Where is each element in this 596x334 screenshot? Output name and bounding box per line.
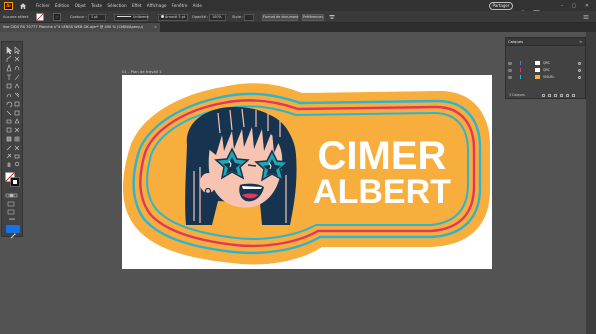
close-window-icon[interactable]: ✕ xyxy=(581,0,593,11)
layer-color-bar xyxy=(520,75,521,79)
stroke-weight-field[interactable]: 1 pt xyxy=(88,13,106,21)
menu-aide[interactable]: Aide xyxy=(193,3,202,8)
layer-target-icon[interactable] xyxy=(578,75,581,79)
layer-name[interactable]: QRC xyxy=(543,67,550,73)
align-icon[interactable] xyxy=(329,14,335,20)
maximize-icon[interactable]: ▢ xyxy=(568,0,580,11)
share-button[interactable]: Partager xyxy=(489,1,513,10)
layer-thumbnail xyxy=(535,61,540,65)
home-icon[interactable] xyxy=(18,1,28,10)
menu-texte[interactable]: Texte xyxy=(91,3,102,8)
layer-name[interactable]: QRC xyxy=(543,60,550,66)
document-tab[interactable]: live CIDS RS 70777 Planche n°4 LENSS WEB… xyxy=(0,23,160,32)
menu-bar: Ai Fichier Édition Objet Texte Sélection… xyxy=(0,0,596,17)
fill-stroke-swatches[interactable] xyxy=(5,172,21,188)
visibility-eye-icon[interactable] xyxy=(508,61,512,65)
clipping-mask-icon[interactable] xyxy=(554,94,557,97)
brush-value: Arrondi 5 pt xyxy=(165,14,186,19)
artboard[interactable]: CIMER ALBERT xyxy=(122,75,492,269)
edit-toolbar-button[interactable] xyxy=(6,225,20,239)
menu-selection[interactable]: Sélection xyxy=(107,3,126,8)
menu-affichage[interactable]: Affichage xyxy=(147,3,167,8)
logo-text-cimer[interactable]: CIMER xyxy=(318,134,447,178)
locate-object-icon[interactable] xyxy=(548,94,551,97)
stroke-swatch-icon[interactable] xyxy=(53,13,62,21)
panel-options-icon[interactable]: ≡ xyxy=(579,39,582,44)
menu-fenetre[interactable]: Fenêtre xyxy=(172,3,188,8)
stroke-style-value: Uniforme xyxy=(133,14,149,19)
minimize-icon[interactable]: – xyxy=(556,0,568,11)
layer-row[interactable]: QRC xyxy=(506,60,585,66)
opacity-label: Opacité : xyxy=(192,15,209,19)
delete-layer-icon[interactable] xyxy=(572,94,575,97)
logo-text-albert[interactable]: ALBERT xyxy=(313,173,451,211)
workspace-icon[interactable] xyxy=(533,2,540,17)
graphic-style-select[interactable] xyxy=(244,13,254,21)
document-setup-button[interactable]: Format de document xyxy=(262,13,298,21)
new-layer-icon[interactable] xyxy=(566,94,569,97)
menu-effet[interactable]: Effet xyxy=(132,3,142,8)
menu-objet[interactable]: Objet xyxy=(75,3,86,8)
artboard-label: 01 - Plan de travail 1 xyxy=(122,69,162,74)
visibility-eye-icon[interactable] xyxy=(508,68,512,72)
layer-row[interactable]: QRC xyxy=(506,67,585,73)
panel-dock-strip xyxy=(586,32,596,334)
close-tab-icon[interactable]: × xyxy=(154,23,157,32)
document-tabs: live CIDS RS 70777 Planche n°4 LENSS WEB… xyxy=(0,23,596,32)
opacity-field[interactable]: 100% xyxy=(209,13,226,21)
search-icon[interactable] xyxy=(520,2,527,17)
layer-thumbnail xyxy=(535,68,540,72)
layer-thumbnail xyxy=(535,75,540,79)
visibility-eye-icon[interactable] xyxy=(508,75,512,79)
illustrator-logo: Ai xyxy=(4,1,13,10)
layer-color-bar xyxy=(520,61,521,65)
stroke-style-select[interactable]: Uniforme xyxy=(114,13,149,21)
selection-status: Aucune sélect. xyxy=(3,15,30,19)
layers-panel-title[interactable]: Calques xyxy=(508,39,523,45)
fill-swatch-icon[interactable] xyxy=(36,13,45,21)
layer-target-icon[interactable] xyxy=(578,61,581,65)
stroke-label: Contour : xyxy=(70,15,87,19)
control-bar: Aucune sélect. Contour : 1 pt Uniforme A… xyxy=(0,11,596,23)
screen-mode-icons[interactable] xyxy=(2,192,24,222)
panel-menu-icon[interactable] xyxy=(583,14,589,20)
cimer-albert-logo[interactable]: CIMER ALBERT xyxy=(122,75,492,269)
ear xyxy=(200,173,216,193)
brush-select[interactable]: Arrondi 5 pt xyxy=(158,13,188,21)
document-tab-title: live CIDS RS 70777 Planche n°4 LENSS WEB… xyxy=(3,25,144,29)
style-label: Style : xyxy=(232,15,244,19)
menu-fichier[interactable]: Fichier xyxy=(36,3,50,8)
menu-edition[interactable]: Édition xyxy=(55,3,70,8)
collect-export-icon[interactable] xyxy=(542,94,545,97)
new-sublayer-icon[interactable] xyxy=(560,94,563,97)
layer-name[interactable]: VISUEL xyxy=(543,74,554,80)
preferences-button[interactable]: Préférences xyxy=(302,13,324,21)
layer-target-icon[interactable] xyxy=(578,68,581,72)
layer-color-bar xyxy=(520,68,521,72)
tools-panel xyxy=(1,41,24,239)
menu-items: Fichier Édition Objet Texte Sélection Ef… xyxy=(36,3,207,8)
layer-row[interactable]: VISUEL xyxy=(506,74,585,80)
layers-panel: Calques ≡ QRC QRC VISUEL 3 Calques xyxy=(505,37,586,99)
